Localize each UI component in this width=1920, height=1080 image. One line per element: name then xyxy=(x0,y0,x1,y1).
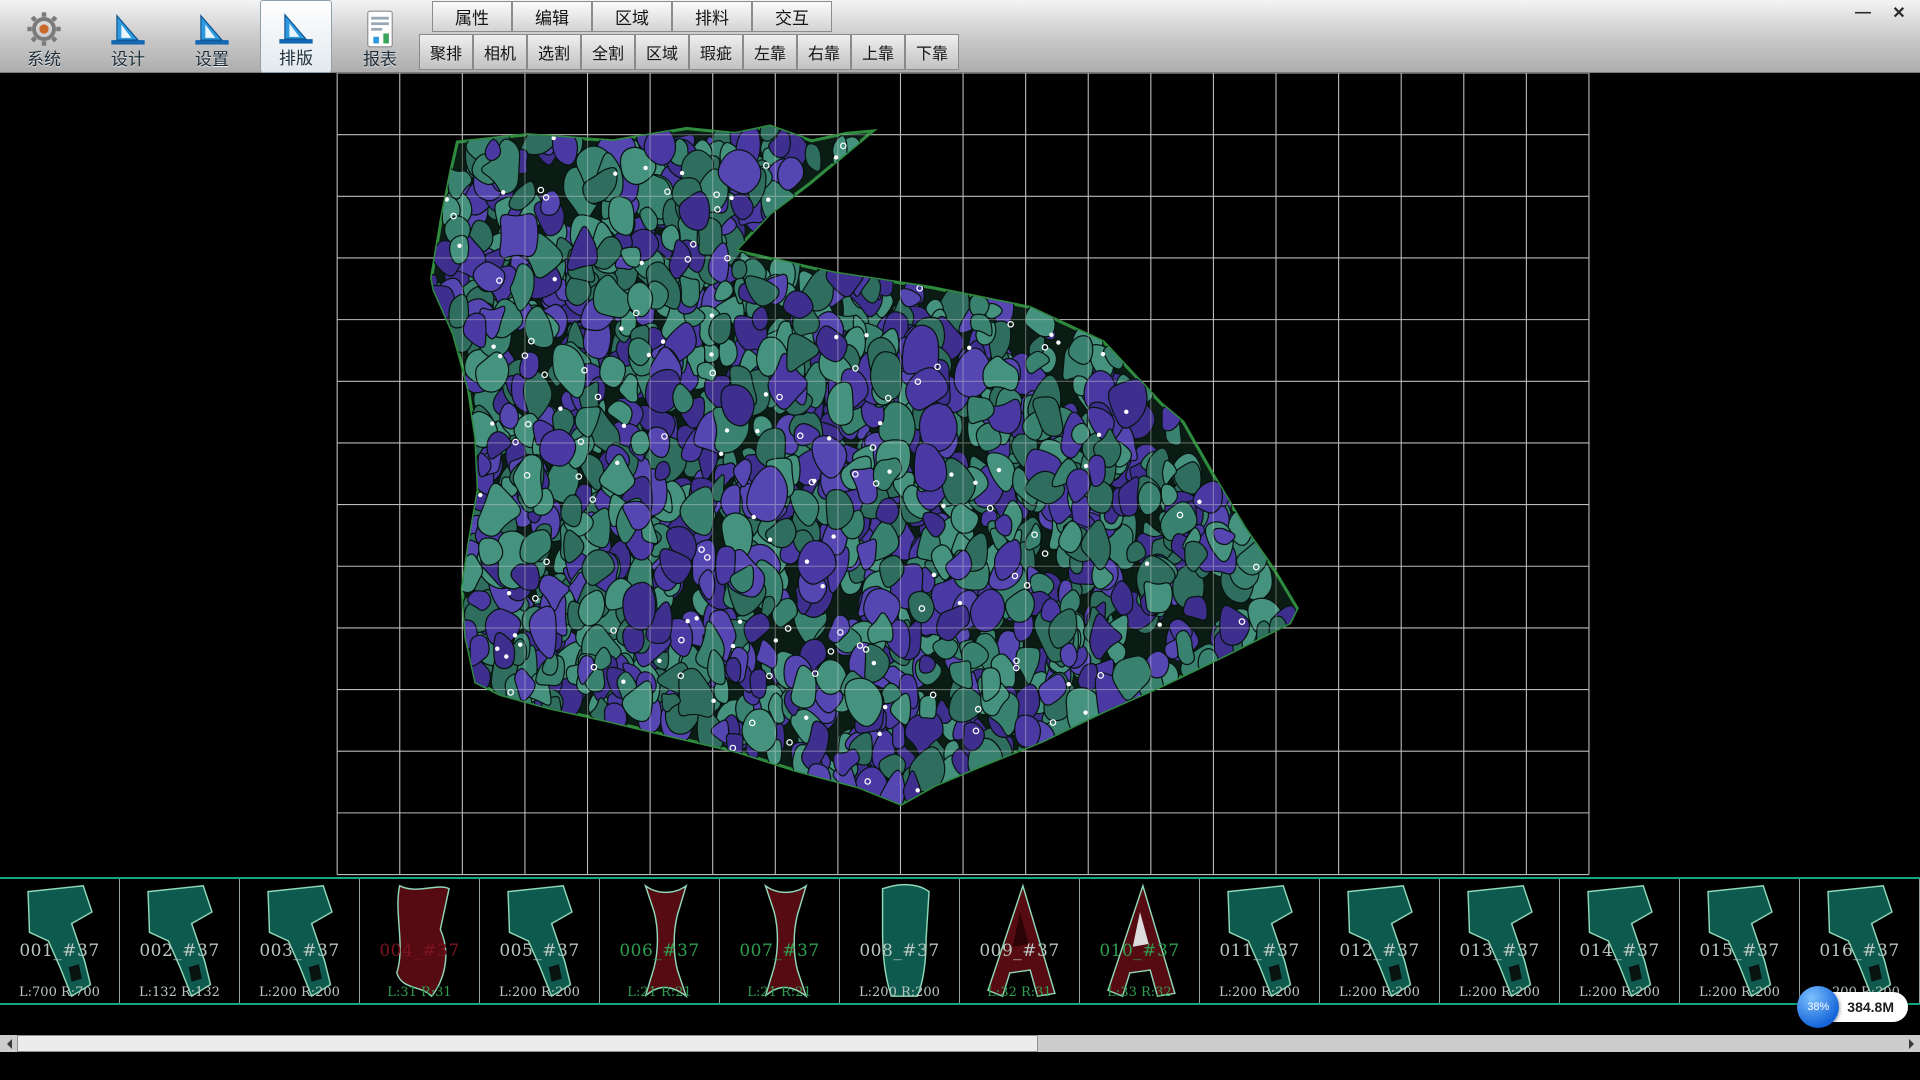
thumbnail-card[interactable]: 001_#37 L:700 R:700 xyxy=(0,879,120,1003)
thumbnail-card[interactable]: 003_#37 L:200 R:200 xyxy=(240,879,360,1003)
thumbnail-card[interactable]: 014_#37 L:200 R:200 xyxy=(1560,879,1680,1003)
thumbnail-card[interactable]: 007_#37 L:21 R:21 xyxy=(720,879,840,1003)
menu-tab-3[interactable]: 区域 xyxy=(592,1,672,32)
piece-label: 002_#37 xyxy=(120,941,239,961)
nav-system-gear-button[interactable]: 系统 xyxy=(8,0,80,73)
piece-label: 012_#37 xyxy=(1320,941,1439,961)
nav-label: 设置 xyxy=(195,50,229,70)
piece-label: 013_#37 xyxy=(1440,941,1559,961)
left-arrow-icon xyxy=(2,1039,12,1049)
piece-lr-info: L:200 R:200 xyxy=(1680,985,1799,1000)
menu-tab-4[interactable]: 排料 xyxy=(672,1,752,32)
scroll-right-arrow[interactable] xyxy=(1903,1035,1920,1052)
piece-label: 008_#37 xyxy=(840,941,959,961)
piece-lr-info: L:200 R:200 xyxy=(1560,985,1679,1000)
tool-button-6[interactable]: 瑕疵 xyxy=(689,34,743,70)
piece-label: 014_#37 xyxy=(1560,941,1679,961)
right-arrow-icon xyxy=(1909,1039,1919,1049)
thumbnail-card[interactable]: 016_#37L:200 R:200 xyxy=(1800,879,1920,1003)
progress-circle: 38% xyxy=(1797,986,1839,1028)
piece-lr-info: L:200 R:200 xyxy=(1320,985,1439,1000)
nav-nesting-button[interactable]: 排版 xyxy=(260,0,332,73)
memory-badge: 38% 384.8M xyxy=(1797,986,1908,1028)
piece-label: 006_#37 xyxy=(600,941,719,961)
piece-lr-info: L:200 R:200 xyxy=(480,985,599,1000)
settings-icon xyxy=(192,8,232,50)
system-gear-icon xyxy=(24,8,64,50)
piece-label: 011_#37 xyxy=(1200,941,1319,961)
tool-button-8[interactable]: 右靠 xyxy=(797,34,851,70)
piece-label: 007_#37 xyxy=(720,941,839,961)
piece-label: 004_#37 xyxy=(360,941,479,961)
nav-label: 设计 xyxy=(111,50,145,70)
scrollbar-thumb[interactable] xyxy=(17,1035,1038,1052)
progress-percent: 38% xyxy=(1807,1001,1829,1013)
piece-lr-info: L:33 R:32 xyxy=(1080,985,1199,1000)
thumbnail-card[interactable]: 002_#37 L:132 R:132 xyxy=(120,879,240,1003)
menu-area: 属性编辑区域排料交互 聚排相机选割全割区域瑕疵左靠右靠上靠下靠 xyxy=(432,0,959,73)
thumbnail-card[interactable]: 015_#37 L:200 R:200 xyxy=(1680,879,1800,1003)
piece-lr-info: L:32 R:31 xyxy=(960,985,1079,1000)
nav-settings-button[interactable]: 设置 xyxy=(176,0,248,73)
tool-button-10[interactable]: 下靠 xyxy=(905,34,959,70)
tool-button-2[interactable]: 相机 xyxy=(473,34,527,70)
tool-button-row: 聚排相机选割全割区域瑕疵左靠右靠上靠下靠 xyxy=(419,33,959,73)
thumbnail-card[interactable]: 009_#37 L:32 R:31 xyxy=(960,879,1080,1003)
thumbnail-card[interactable]: 013_#37 L:200 R:200 xyxy=(1440,879,1560,1003)
piece-label: 005_#37 xyxy=(480,941,599,961)
piece-lr-info: L:200 R:200 xyxy=(840,985,959,1000)
nav-design-button[interactable]: 设计 xyxy=(92,0,164,73)
piece-thumbnail-strip: 001_#37L:700 R:700002_#37L:132 R:132003_… xyxy=(0,877,1920,1005)
piece-lr-info: L:700 R:700 xyxy=(0,985,119,1000)
tool-button-7[interactable]: 左靠 xyxy=(743,34,797,70)
piece-lr-info: L:200 R:200 xyxy=(1200,985,1319,1000)
thumbnail-card[interactable]: 004_#37 L:31 R:31 xyxy=(360,879,480,1003)
thumbnail-card[interactable]: 006_#37 L:21 R:21 xyxy=(600,879,720,1003)
report-icon xyxy=(360,8,400,50)
menu-tab-row: 属性编辑区域排料交互 xyxy=(432,0,959,33)
piece-lr-info: L:21 R:21 xyxy=(600,985,719,1000)
piece-label: 010_#37 xyxy=(1080,941,1199,961)
piece-lr-info: L:200 R:200 xyxy=(240,985,359,1000)
tool-button-4[interactable]: 全割 xyxy=(581,34,635,70)
window-controls: — ✕ xyxy=(1850,2,1912,24)
thumbnail-card[interactable]: 012_#37 L:200 R:200 xyxy=(1320,879,1440,1003)
scrollbar-track[interactable] xyxy=(17,1035,1903,1052)
thumbnail-card[interactable]: 008_#37 L:200 R:200 xyxy=(840,879,960,1003)
piece-label: 015_#37 xyxy=(1680,941,1799,961)
nav-label: 排版 xyxy=(279,49,313,69)
nesting-canvas-svg xyxy=(0,73,1920,877)
minimize-button[interactable]: — xyxy=(1850,2,1876,24)
thumbnail-card[interactable]: 005_#37 L:200 R:200 xyxy=(480,879,600,1003)
tool-button-5[interactable]: 区域 xyxy=(635,34,689,70)
close-button[interactable]: ✕ xyxy=(1886,2,1912,24)
piece-label: 001_#37 xyxy=(0,941,119,961)
piece-lr-info: L:21 R:21 xyxy=(720,985,839,1000)
thumbnail-card[interactable]: 010_#37 L:33 R:32 xyxy=(1080,879,1200,1003)
thumbnail-card[interactable]: 011_#37 L:200 R:200 xyxy=(1200,879,1320,1003)
memory-value: 384.8M xyxy=(1847,999,1894,1015)
tool-button-3[interactable]: 选割 xyxy=(527,34,581,70)
scroll-left-arrow[interactable] xyxy=(0,1035,17,1052)
nesting-canvas[interactable] xyxy=(0,73,1920,877)
piece-label: 003_#37 xyxy=(240,941,359,961)
menu-tab-1[interactable]: 属性 xyxy=(432,1,512,32)
piece-lr-info: L:132 R:132 xyxy=(120,985,239,1000)
nav-label: 系统 xyxy=(27,50,61,70)
tool-button-1[interactable]: 聚排 xyxy=(419,34,473,70)
piece-lr-info: L:200 R:200 xyxy=(1440,985,1559,1000)
piece-label: 016_#37 xyxy=(1800,941,1919,961)
top-toolbar: 系统设计设置排版报表 属性编辑区域排料交互 聚排相机选割全割区域瑕疵左靠右靠上靠… xyxy=(0,0,1920,73)
nav-report-button[interactable]: 报表 xyxy=(344,0,416,73)
piece-lr-info: L:31 R:31 xyxy=(360,985,479,1000)
tool-button-9[interactable]: 上靠 xyxy=(851,34,905,70)
menu-tab-5[interactable]: 交互 xyxy=(752,1,832,32)
menu-tab-2[interactable]: 编辑 xyxy=(512,1,592,32)
piece-label: 009_#37 xyxy=(960,941,1079,961)
main-nav: 系统 设计 设置 排版 报表 xyxy=(8,0,416,73)
horizontal-scrollbar[interactable] xyxy=(0,1035,1920,1052)
nav-label: 报表 xyxy=(363,50,397,70)
nesting-icon xyxy=(276,7,316,49)
design-icon xyxy=(108,8,148,50)
